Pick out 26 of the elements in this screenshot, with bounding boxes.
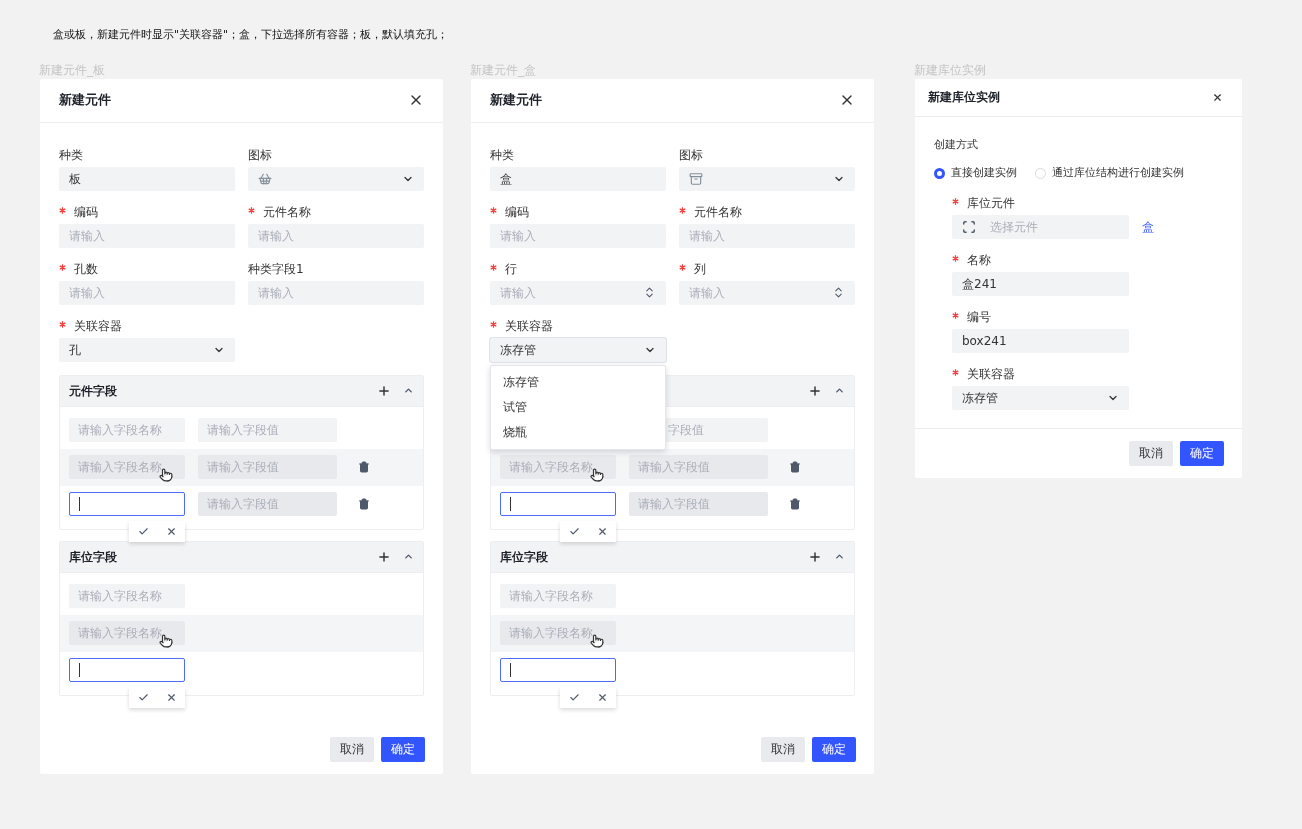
dialog-title: 新建元件 [59,91,111,110]
field-label: 行 [505,260,517,278]
field-label: 编号 [967,308,991,326]
field-label: 关联容器 [505,317,553,335]
method-label: 创建方式 [934,136,979,153]
field-label: 关联容器 [74,317,122,335]
field-label: 图标 [248,146,272,164]
field-label: 编码 [505,203,529,221]
note-text: 盒或板，新建元件时显示"关联容器"；盒，下拉选择所有容器；板，默认填充孔； [52,27,450,43]
field-label: 列 [694,260,706,278]
field-label: 图标 [679,146,703,164]
field-label: 库位元件 [967,194,1015,212]
field-label: 编码 [74,203,98,221]
field-label: 种类 [490,146,514,164]
field-label: 名称 [967,251,991,269]
section-title: 元件字段 [69,382,117,400]
section-title: 库位字段 [69,548,117,566]
section-title: 库位字段 [500,548,548,566]
field-label: 种类字段1 [248,260,304,278]
dialog-title: 新建元件 [490,91,542,110]
dialog-title: 新建库位实例 [928,89,1000,106]
field-label: 元件名称 [694,203,742,221]
field-label: 种类 [59,146,83,164]
field-label: 关联容器 [967,365,1015,383]
field-label: 孔数 [74,260,98,278]
field-label: 元件名称 [263,203,311,221]
